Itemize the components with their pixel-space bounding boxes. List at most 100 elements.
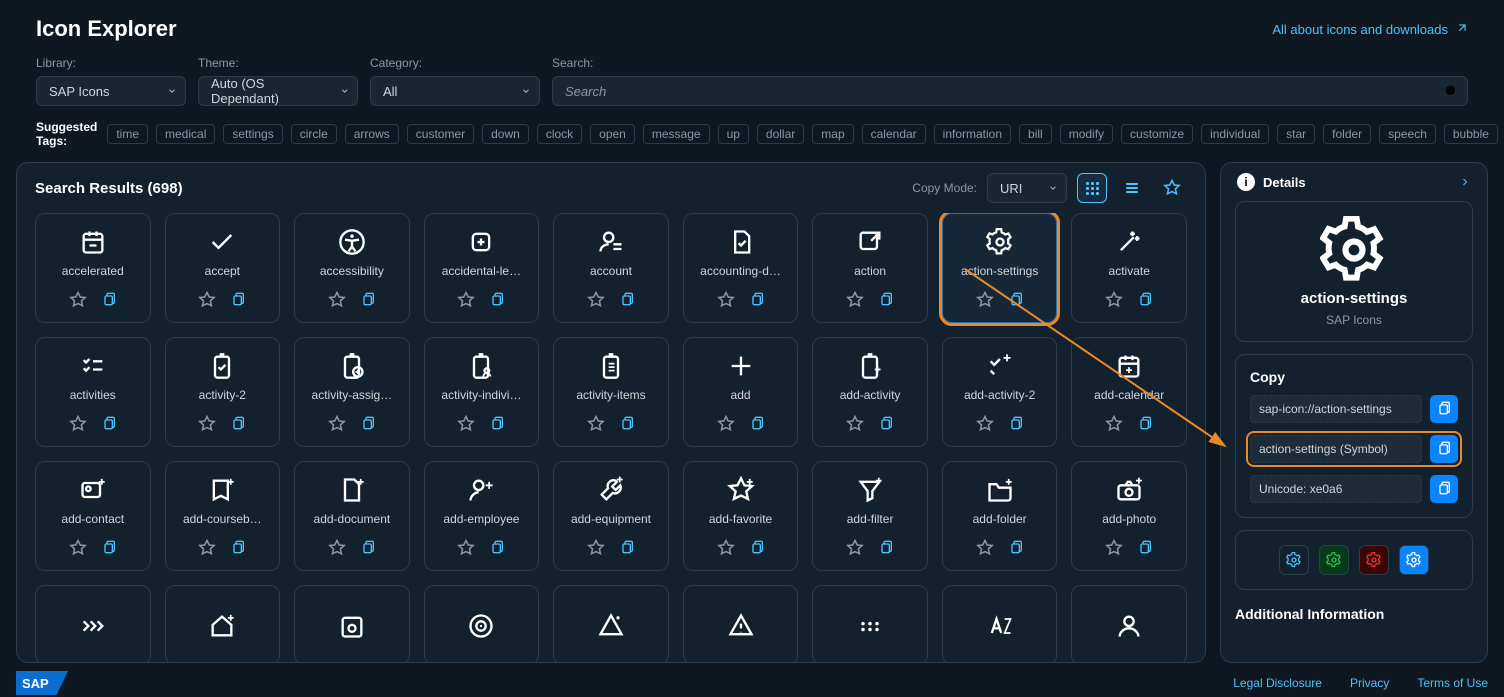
icon-card-activity-items[interactable]: activity-items [553,337,669,447]
copy-button[interactable] [619,540,635,559]
tag-medical[interactable]: medical [156,124,215,144]
footer-privacy-link[interactable]: Privacy [1350,676,1389,690]
favorite-button[interactable] [1105,415,1123,436]
tag-map[interactable]: map [812,124,853,144]
favorites-filter-button[interactable] [1157,173,1187,203]
icon-card-activity-assig…[interactable]: activity-assig… [294,337,410,447]
copy-button[interactable] [230,292,246,311]
tag-bill[interactable]: bill [1019,124,1052,144]
tag-clock[interactable]: clock [537,124,582,144]
icon-card-activities[interactable]: activities [35,337,151,447]
copy-button[interactable] [489,416,505,435]
copy-symbol-value[interactable]: action-settings (Symbol) [1250,435,1422,463]
search-input[interactable]: Search [552,76,1468,106]
icon-card-activity-indivi…[interactable]: activity-indivi… [424,337,540,447]
icon-card-add[interactable]: add [683,337,799,447]
copy-button[interactable] [749,540,765,559]
favorite-button[interactable] [457,539,475,560]
tag-modify[interactable]: modify [1060,124,1113,144]
copy-button[interactable] [878,292,894,311]
icon-card-add-filter[interactable]: add-filter [812,461,928,571]
copy-button[interactable] [101,416,117,435]
swatch-negative[interactable] [1359,545,1389,575]
favorite-button[interactable] [198,415,216,436]
copy-button[interactable] [1008,416,1024,435]
favorite-button[interactable] [328,539,346,560]
icon-card-accelerated[interactable]: accelerated [35,213,151,323]
favorite-button[interactable] [846,415,864,436]
tag-customize[interactable]: customize [1121,124,1193,144]
icon-card-account[interactable]: account [553,213,669,323]
icon-card-add-activity-2[interactable]: add-activity-2 [942,337,1058,447]
favorite-button[interactable] [976,415,994,436]
favorite-button[interactable] [69,415,87,436]
copy-button[interactable] [1008,540,1024,559]
favorite-button[interactable] [587,539,605,560]
copy-button[interactable] [1137,540,1153,559]
copy-button[interactable] [360,416,376,435]
copy-button[interactable] [878,416,894,435]
icon-card-row5-35[interactable] [1071,585,1187,662]
favorite-button[interactable] [198,291,216,312]
copy-button[interactable] [1137,416,1153,435]
copy-button[interactable] [878,540,894,559]
favorite-button[interactable] [587,415,605,436]
icon-card-add-favorite[interactable]: add-favorite [683,461,799,571]
favorite-button[interactable] [457,415,475,436]
icon-card-row5-32[interactable] [683,585,799,662]
tag-circle[interactable]: circle [291,124,337,144]
swatch-positive[interactable] [1319,545,1349,575]
tag-time[interactable]: time [107,124,148,144]
icon-card-row5-28[interactable] [165,585,281,662]
icon-card-accidental-le…[interactable]: accidental-le… [424,213,540,323]
icon-card-add-equipment[interactable]: add-equipment [553,461,669,571]
copy-button[interactable] [619,416,635,435]
tag-message[interactable]: message [643,124,710,144]
favorite-button[interactable] [717,291,735,312]
icon-card-action[interactable]: action [812,213,928,323]
tag-settings[interactable]: settings [223,124,282,144]
copy-symbol-button[interactable] [1430,435,1458,463]
about-link[interactable]: All about icons and downloads [1272,22,1468,37]
copy-button[interactable] [230,540,246,559]
tag-up[interactable]: up [718,124,749,144]
chevron-right-icon[interactable] [1459,176,1471,188]
tag-individual[interactable]: individual [1201,124,1269,144]
copy-unicode-button[interactable] [1430,475,1458,503]
icon-card-accessibility[interactable]: accessibility [294,213,410,323]
copy-button[interactable] [489,292,505,311]
favorite-button[interactable] [846,291,864,312]
copy-button[interactable] [1137,292,1153,311]
favorite-button[interactable] [198,539,216,560]
icon-card-add-folder[interactable]: add-folder [942,461,1058,571]
copy-button[interactable] [749,416,765,435]
copy-unicode-value[interactable]: Unicode: xe0a6 [1250,475,1422,503]
favorite-button[interactable] [846,539,864,560]
copy-uri-value[interactable]: sap-icon://action-settings [1250,395,1422,423]
copy-button[interactable] [489,540,505,559]
copy-button[interactable] [101,540,117,559]
favorite-button[interactable] [69,291,87,312]
icon-card-add-document[interactable]: add-document [294,461,410,571]
tag-folder[interactable]: folder [1323,124,1371,144]
favorite-button[interactable] [328,415,346,436]
icon-card-row5-31[interactable] [553,585,669,662]
icon-card-add-calendar[interactable]: add-calendar [1071,337,1187,447]
icon-card-action-settings[interactable]: action-settings [942,213,1058,323]
icon-card-row5-33[interactable] [812,585,928,662]
icon-card-accounting-d…[interactable]: accounting-d… [683,213,799,323]
copy-button[interactable] [1008,292,1024,311]
copy-button[interactable] [230,416,246,435]
icon-card-add-contact[interactable]: add-contact [35,461,151,571]
theme-select[interactable]: Auto (OS Dependant) [198,76,358,106]
icon-card-row5-29[interactable] [294,585,410,662]
tag-star[interactable]: star [1277,124,1315,144]
tag-calendar[interactable]: calendar [862,124,926,144]
favorite-button[interactable] [717,415,735,436]
list-view-button[interactable] [1117,173,1147,203]
icon-card-row5-27[interactable] [35,585,151,662]
favorite-button[interactable] [1105,291,1123,312]
icon-card-row5-30[interactable] [424,585,540,662]
icon-card-activity-2[interactable]: activity-2 [165,337,281,447]
favorite-button[interactable] [717,539,735,560]
